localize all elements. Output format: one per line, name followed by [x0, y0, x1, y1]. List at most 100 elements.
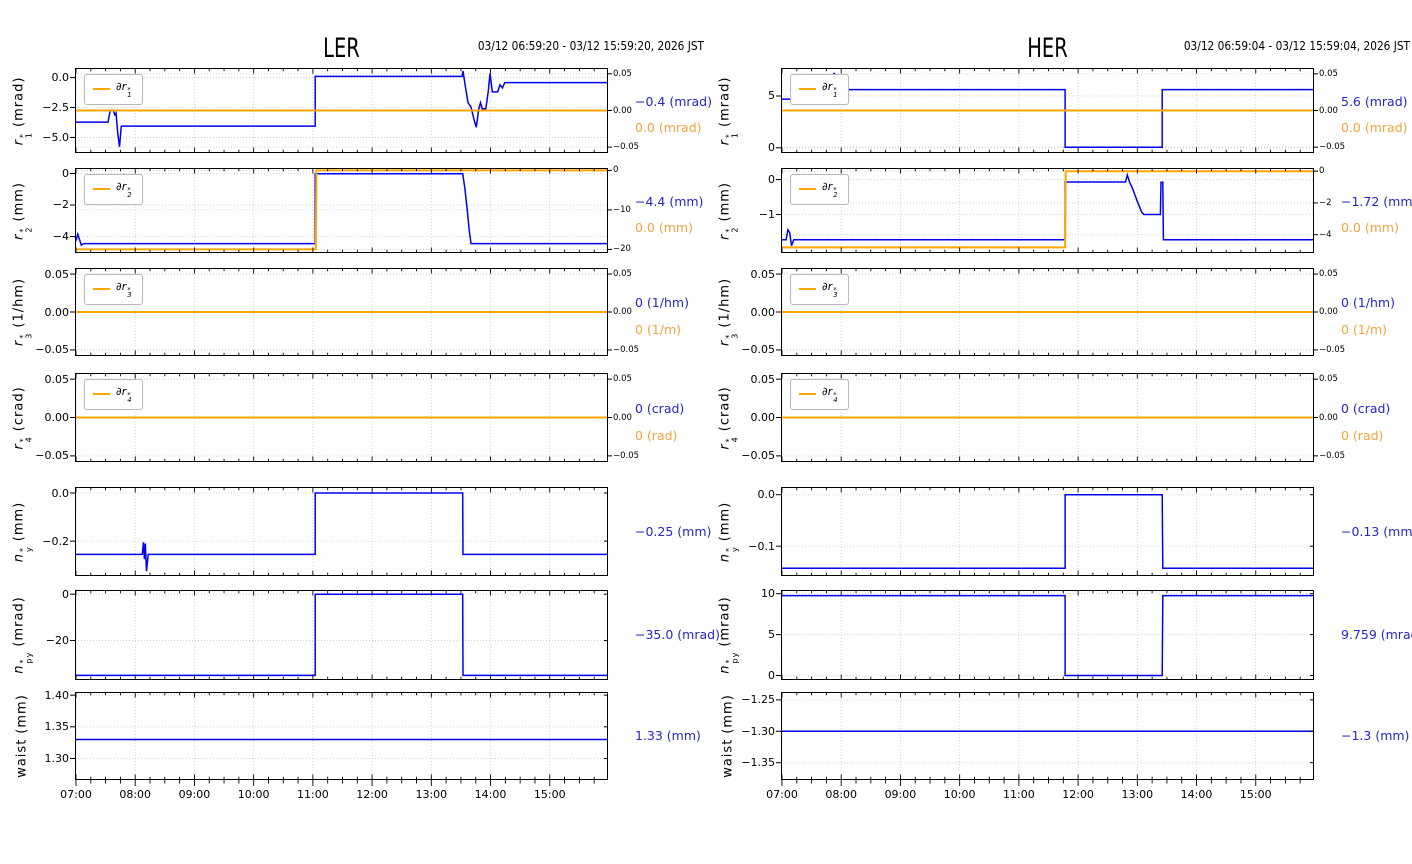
series-npy-star-blue: [75, 593, 608, 677]
right-tick-label: 0.05: [1319, 68, 1338, 79]
x-tick-label: 08:00: [825, 788, 858, 801]
y-axis-label: r * 1 (mrad): [717, 76, 739, 145]
math-sub: 1: [833, 91, 838, 100]
x-tick-label: 09:00: [884, 788, 917, 801]
y-tick-label: −1: [758, 208, 775, 222]
beam-optics-monitor: LER 03/12 06:59:20 - 03/12 15:59:20, 202…: [0, 0, 1412, 864]
y-tick-label: 0.00: [750, 411, 776, 424]
y-tick-label: −5.0: [42, 130, 69, 144]
plot-frame: [75, 168, 608, 253]
right-tick-label: 0.05: [1319, 269, 1338, 280]
right-tick-label: 0.05: [1319, 374, 1338, 385]
math-sub: 4: [730, 435, 740, 442]
legend-line-swatch: [799, 88, 816, 91]
x-tick-label: 11:00: [1003, 788, 1035, 801]
y-tick-label: −0.05: [741, 449, 775, 463]
y-tick-label: 1.40: [44, 688, 70, 702]
math-subsup: * 4: [127, 392, 132, 405]
y-tick-label: 0.05: [750, 267, 776, 281]
y-tick-label: 0.00: [44, 305, 70, 319]
y-axis-label: n * y (mm): [11, 501, 33, 562]
math-sub: 2: [127, 191, 132, 200]
right-tick-label: −0.05: [613, 344, 640, 355]
right-tick-label: −0.05: [1319, 344, 1346, 355]
plot-area: [776, 68, 1318, 153]
math-sub: 3: [833, 291, 838, 300]
x-tick-label: 08:00: [119, 788, 152, 801]
y-tick-label: −1.25: [741, 693, 775, 707]
readout-r2-orange: 0.0 (mm): [635, 220, 693, 236]
column-ler: LER 03/12 06:59:20 - 03/12 15:59:20, 202…: [0, 0, 720, 864]
math-sub: 4: [24, 435, 34, 442]
math-base: ∂r: [822, 280, 833, 293]
math-unit: (1/hm): [717, 277, 733, 328]
right-tick-label: 0: [613, 165, 619, 176]
math-sub: 3: [24, 332, 34, 339]
panel-ler-ny: n * y (mm) 0.0 −0.2 −0.25 (mm): [0, 487, 711, 576]
y-axis-label: waist(mm): [15, 694, 30, 778]
x-tick-label: 07:00: [766, 788, 798, 801]
math-subsup: * 1: [833, 87, 838, 100]
y-axis-label: n * y (mm): [717, 501, 739, 562]
plot-area: [776, 373, 1318, 462]
right-tick-label: 0.00: [1319, 307, 1338, 317]
legend-line-swatch: [93, 88, 110, 91]
right-tick-label: −0.05: [1319, 142, 1346, 153]
math-sub: 4: [127, 396, 132, 405]
plot-frame: [75, 590, 608, 680]
y-tick-label: 0: [62, 587, 69, 601]
x-tick-label: 07:00: [60, 788, 92, 801]
right-tick-label: 0: [1319, 166, 1325, 177]
math-base: n: [11, 552, 27, 562]
y-tick-label: 0: [768, 669, 775, 682]
legend-line-swatch: [93, 288, 110, 291]
y-tick-label: 0.00: [750, 305, 776, 319]
math-unit: (1/hm): [11, 277, 27, 328]
right-tick-label: 0.05: [613, 68, 632, 79]
y-tick-label: 10: [761, 587, 775, 601]
plot-frame: [781, 487, 1314, 576]
math-subsup: * 4: [833, 392, 837, 405]
readout-r1-orange: 0.0 (mrad): [1341, 120, 1408, 136]
readout-npy-blue: 9.759 (mrad): [1341, 627, 1412, 642]
plot-area: [70, 590, 608, 680]
right-tick-label: −0.05: [613, 142, 640, 153]
readout-ny-blue: −0.13 (mm): [1341, 523, 1412, 539]
math-base: ∂r: [116, 80, 127, 93]
math-base: n: [717, 552, 733, 562]
legend-line-swatch: [93, 393, 110, 396]
plot-area: [70, 692, 608, 786]
math-subsup: * 3: [724, 333, 739, 339]
x-tick-label: 14:00: [474, 788, 507, 801]
y-tick-label: 0.0: [51, 71, 70, 85]
y-tick-label: 0.00: [44, 411, 70, 424]
y-tick-label: 0: [768, 173, 775, 187]
math-subsup: * 3: [127, 287, 131, 300]
legend-r3: ∂r * 3: [84, 274, 143, 305]
y-tick-label: −20: [45, 634, 69, 648]
math-base: r: [717, 442, 733, 450]
plot-area: [70, 373, 612, 462]
legend-label: ∂r * 2: [116, 180, 132, 199]
plot-frame: [75, 487, 608, 576]
x-tick-label: 13:00: [415, 788, 448, 801]
y-tick-label: 0.05: [44, 267, 70, 281]
math-subsup: * py: [18, 652, 33, 664]
y-tick-label: −2.5: [42, 101, 69, 114]
panel-ler-r3: r * 3 (1/hm) 0.05 0.00 −0.05 ∂r * 3 0.05 0.00 −0.05 0…: [0, 267, 706, 357]
math-base: r: [717, 233, 733, 240]
right-tick-label: −20: [613, 244, 631, 255]
series-ny-star-blue: [781, 493, 1314, 570]
readout-r2-orange: 0.0 (mm): [1341, 220, 1399, 236]
math-unit: (mm): [717, 501, 733, 541]
panel-her-ny: n * y (mm) 0.0 −0.1 −0.13 (mm): [706, 487, 1412, 576]
readout-r1-blue: 5.6 (mrad): [1341, 94, 1408, 109]
readout-r3-blue: 0 (1/hm): [1341, 295, 1395, 311]
legend-r1: ∂r * 1: [790, 74, 849, 105]
panels-container-her: r * 1 (mrad) 5 0 ∂r * 1 0.05 0.00 −0.05 5.6 (mrad) 0.…: [706, 0, 1412, 864]
x-tick-label: 10:00: [943, 788, 976, 801]
legend-r2: ∂r * 2: [84, 174, 143, 205]
y-tick-label: −0.05: [35, 449, 69, 463]
panel-ler-r2: r * 2 (mm) 0 −2 −4 ∂r * 2 0 −10 −20 −4.4 (mm) 0.0 (mm): [0, 165, 706, 255]
y-tick-label: −0.1: [748, 539, 775, 553]
